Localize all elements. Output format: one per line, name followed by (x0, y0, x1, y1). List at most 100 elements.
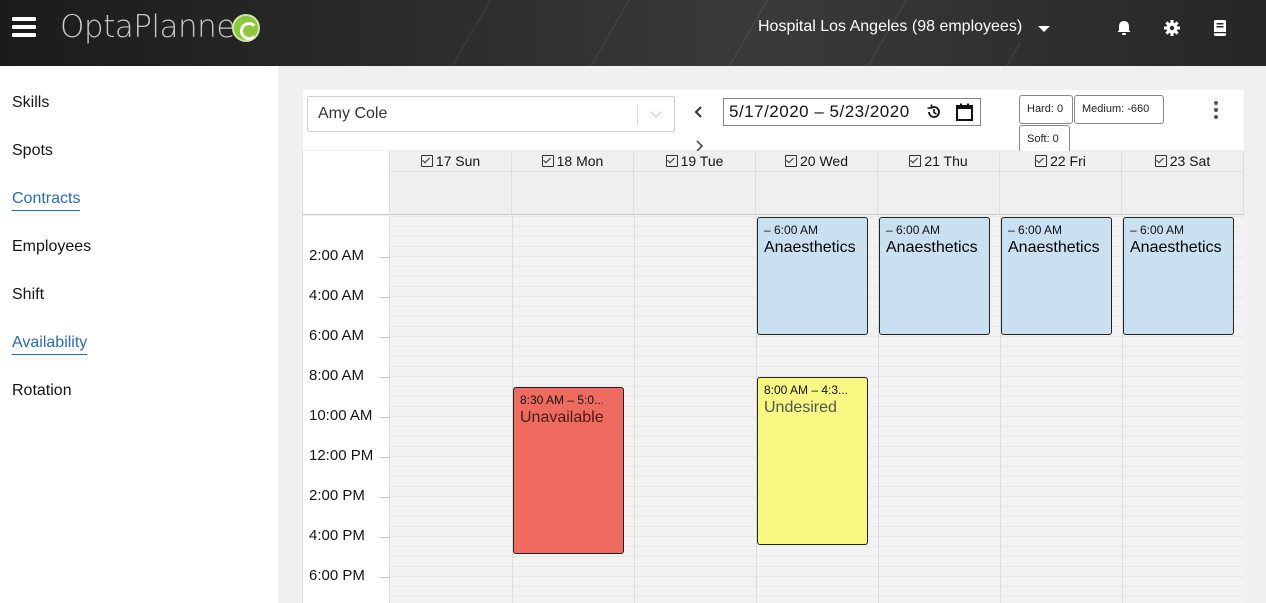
day-header-label[interactable]: 23 Sat (1122, 153, 1243, 169)
day-header: 22 Fri (1000, 151, 1122, 215)
tenant-selector[interactable]: Hospital Los Angeles (98 employees) (758, 18, 1022, 36)
all-day-divider (878, 171, 999, 172)
sidebar-item-skills[interactable]: Skills (12, 94, 49, 112)
checkbox-icon (909, 155, 922, 167)
sidebar-item-availability[interactable]: Availability (12, 334, 88, 355)
availability-calendar: 17 Sun 18 Mon 19 Tue 20 Wed 21 Thu 22 Fr… (302, 151, 1244, 603)
day-header-label[interactable]: 20 Wed (756, 153, 877, 169)
checkbox-icon (785, 155, 797, 167)
calendar-icon[interactable] (956, 103, 973, 121)
sidebar-item-employees[interactable]: Employees (12, 238, 91, 256)
time-label: 4:00 PM (309, 527, 365, 544)
checkbox-icon (420, 155, 433, 167)
event-time: 8:00 AM – 4:3... (764, 383, 849, 397)
previous-week-button[interactable] (692, 104, 706, 120)
all-day-divider (756, 171, 877, 172)
day-header-text: 19 Tue (680, 153, 724, 169)
day-header-text: 23 Sat (1169, 153, 1211, 169)
time-label: 12:00 PM (309, 447, 374, 464)
top-navbar: OptaPlanner Hospital Los Angeles (98 emp… (0, 0, 1266, 66)
event-title: Anaesthetics (1130, 239, 1222, 256)
day-header-text: 22 Fri (1050, 153, 1086, 169)
soft-score-badge: Soft: 0 (1019, 125, 1070, 154)
day-header-label[interactable]: 19 Tue (634, 153, 755, 169)
time-label: 6:00 PM (309, 567, 365, 584)
event-title: Anaesthetics (764, 239, 856, 256)
time-tick (379, 257, 390, 258)
book-icon[interactable] (1210, 18, 1230, 38)
event-title: Anaesthetics (1008, 239, 1100, 256)
select-separator (637, 104, 638, 126)
shift-event[interactable]: – 6:00 AM Anaesthetics (1001, 217, 1112, 335)
day-header: 17 Sun (390, 151, 512, 215)
event-time: – 6:00 AM (1130, 223, 1185, 237)
gear-icon[interactable] (1162, 18, 1182, 38)
time-label: 2:00 PM (309, 487, 365, 504)
checkbox-icon (1035, 155, 1048, 167)
event-time: – 6:00 AM (764, 223, 819, 237)
all-day-divider (390, 171, 511, 172)
event-title: Undesired (764, 399, 837, 416)
unavailable-event[interactable]: 8:30 AM – 5:0... Unavailable (513, 387, 624, 554)
app-logo: OptaPlanner (60, 9, 248, 45)
all-day-divider (512, 171, 633, 172)
time-tick (379, 497, 390, 498)
medium-score-badge: Medium: -660 (1074, 95, 1164, 124)
shift-event[interactable]: – 6:00 AM Anaesthetics (879, 217, 990, 335)
sidebar-item-contracts[interactable]: Contracts (12, 190, 81, 211)
sidebar: Skills Spots Contracts Employees Shift A… (0, 66, 278, 603)
time-gutter: 2:00 AM 4:00 AM 6:00 AM 8:00 AM 10:00 AM… (303, 216, 390, 603)
shift-event[interactable]: – 6:00 AM Anaesthetics (1123, 217, 1234, 335)
day-header-label[interactable]: 18 Mon (512, 153, 633, 169)
day-header: 21 Thu (878, 151, 1000, 215)
event-time: – 6:00 AM (886, 223, 941, 237)
sidebar-item-spots[interactable]: Spots (12, 142, 53, 160)
calendar-header-corner (303, 151, 390, 215)
time-label: 2:00 AM (309, 247, 365, 264)
day-header: 20 Wed (756, 151, 878, 215)
time-tick (379, 537, 390, 538)
caret-down-icon[interactable] (1038, 26, 1050, 32)
day-header-label[interactable]: 17 Sun (390, 153, 511, 169)
date-range-picker[interactable]: 5/17/2020 – 5/23/2020 (723, 98, 981, 126)
logo-leaf-icon (232, 14, 260, 42)
sidebar-item-rotation[interactable]: Rotation (12, 382, 72, 400)
undesired-event[interactable]: 8:00 AM – 4:3... Undesired (757, 377, 868, 545)
employee-select-value: Amy Cole (318, 105, 388, 122)
time-tick (379, 377, 390, 378)
bell-icon[interactable] (1114, 18, 1134, 38)
checkbox-icon (665, 155, 678, 167)
time-label: 8:00 AM (309, 367, 365, 384)
time-tick (379, 417, 390, 418)
checkbox-icon (1154, 155, 1167, 167)
day-header-text: 20 Wed (800, 153, 848, 169)
event-time: – 6:00 AM (1008, 223, 1063, 237)
hard-score-badge: Hard: 0 (1019, 95, 1073, 124)
day-header-text: 21 Thu (924, 153, 968, 169)
event-title: Anaesthetics (886, 239, 978, 256)
day-header: 18 Mon (512, 151, 634, 215)
kebab-menu-icon[interactable] (1214, 101, 1220, 119)
history-icon[interactable] (926, 104, 942, 120)
day-header-label[interactable]: 21 Thu (878, 153, 999, 169)
day-header-text: 17 Sun (435, 153, 481, 169)
chevron-down-icon[interactable] (650, 106, 662, 118)
sidebar-item-shift[interactable]: Shift (12, 286, 44, 304)
employee-select[interactable]: Amy Cole (307, 96, 675, 132)
time-tick (379, 297, 390, 298)
shift-event[interactable]: – 6:00 AM Anaesthetics (757, 217, 868, 335)
day-header: 23 Sat (1122, 151, 1244, 215)
all-day-divider (1122, 171, 1243, 172)
day-header: 19 Tue (634, 151, 756, 215)
time-label: 10:00 AM (309, 407, 373, 424)
date-range-value: 5/17/2020 – 5/23/2020 (729, 102, 910, 121)
checkbox-icon (541, 155, 554, 167)
all-day-divider (1000, 171, 1121, 172)
event-time: 8:30 AM – 5:0... (520, 393, 605, 407)
event-title: Unavailable (520, 409, 604, 426)
time-tick (379, 577, 390, 578)
hamburger-icon[interactable] (12, 17, 36, 37)
time-label: 4:00 AM (309, 287, 365, 304)
time-tick (379, 337, 390, 338)
day-header-label[interactable]: 22 Fri (1000, 153, 1121, 169)
